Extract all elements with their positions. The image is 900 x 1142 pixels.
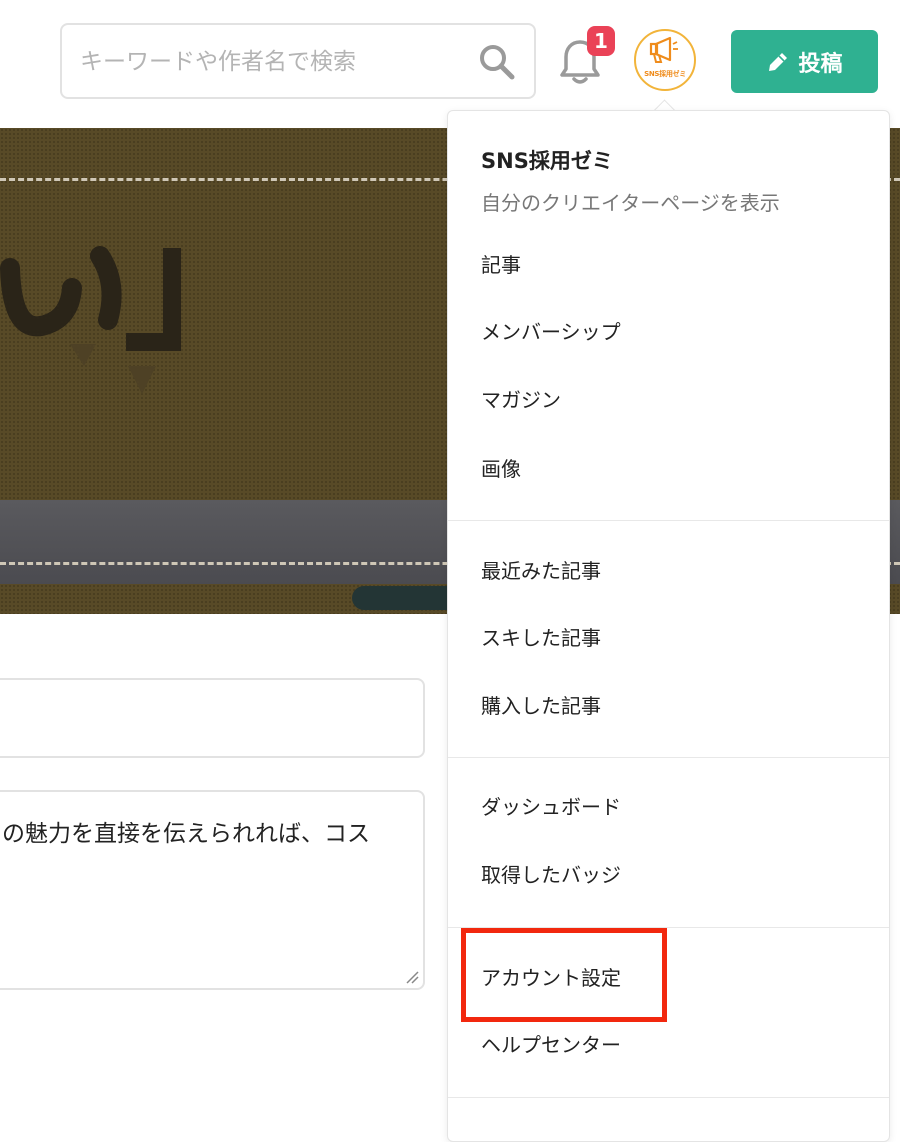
menu-item-liked-articles[interactable]: スキした記事	[448, 610, 889, 666]
menu-item-badges[interactable]: 取得したバッジ	[448, 847, 889, 903]
notification-badge: 1	[587, 26, 615, 56]
menu-divider	[448, 520, 889, 521]
banner-glyph	[0, 246, 181, 394]
menu-item-images[interactable]: 画像	[448, 441, 889, 497]
title-input[interactable]	[0, 678, 425, 758]
megaphone-icon	[649, 36, 678, 63]
menu-divider	[448, 757, 889, 758]
search-box[interactable]	[60, 23, 536, 99]
dropdown-user-link[interactable]: SNS採用ゼミ 自分のクリエイターページを表示	[481, 145, 780, 216]
search-input[interactable]	[78, 25, 472, 99]
menu-item-articles[interactable]: 記事	[448, 237, 889, 293]
avatar-logo-text: SNS採用ゼミ	[644, 70, 686, 78]
highlight-annotation	[461, 928, 667, 1022]
user-name: SNS採用ゼミ	[481, 149, 613, 173]
menu-item-magazine[interactable]: マガジン	[448, 372, 889, 428]
menu-item-purchased-articles[interactable]: 購入した記事	[448, 678, 889, 734]
description-textarea[interactable]: の魅力を直接を伝えられれば、コス	[0, 790, 425, 990]
menu-item-recently-viewed[interactable]: 最近みた記事	[448, 543, 889, 599]
menu-item-help-center[interactable]: ヘルプセンター	[448, 1017, 889, 1073]
post-button[interactable]: 投稿	[731, 30, 878, 93]
menu-item-membership[interactable]: メンバーシップ	[448, 304, 889, 360]
menu-item-dashboard[interactable]: ダッシュボード	[448, 779, 889, 835]
pencil-icon	[769, 52, 788, 71]
search-icon[interactable]	[478, 43, 516, 81]
avatar[interactable]: SNS採用ゼミ	[634, 29, 696, 91]
resize-handle-icon[interactable]	[405, 970, 419, 984]
menu-divider	[448, 1097, 889, 1098]
post-button-label: 投稿	[798, 51, 843, 77]
view-creator-page-link[interactable]: 自分のクリエイターページを表示	[481, 187, 780, 216]
description-text: の魅力を直接を伝えられれば、コス	[2, 821, 370, 847]
